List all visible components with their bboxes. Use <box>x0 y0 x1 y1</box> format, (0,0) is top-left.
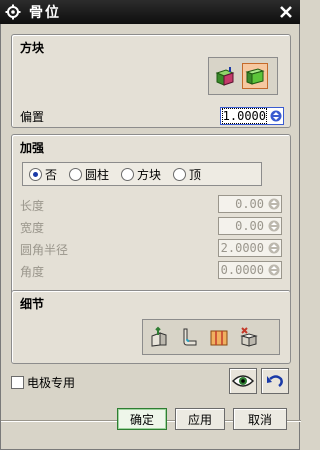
radio-cylinder[interactable]: 圆柱 <box>69 166 109 183</box>
preview-button[interactable] <box>229 368 257 394</box>
settings-gear-icon[interactable] <box>3 2 23 22</box>
block-type-selector <box>208 57 278 95</box>
radio-unselected-icon <box>173 167 187 181</box>
radio-block[interactable]: 方块 <box>121 166 161 183</box>
fillet-radius-spinner-icon[interactable] <box>267 240 281 256</box>
radio-unselected-icon <box>69 167 83 181</box>
radio-none[interactable]: 否 <box>29 166 57 183</box>
width-label: 宽度 <box>20 221 45 235</box>
checkbox-unchecked-icon <box>11 376 24 389</box>
dialog-body: 方块 偏置 1.0000 加强 否 圆柱 方块 顶 长度 0.00 宽度 0.0… <box>0 24 301 450</box>
cancel-button[interactable]: 取消 <box>233 408 287 430</box>
offset-input[interactable]: 1.0000 <box>220 107 284 125</box>
block-type-1-icon[interactable] <box>212 63 238 89</box>
undo-button[interactable] <box>261 368 289 394</box>
fillet-radius-label: 圆角半径 <box>20 243 69 257</box>
electrode-only-label: 电极专用 <box>27 376 76 390</box>
reinforce-section: 加强 否 圆柱 方块 顶 长度 0.00 宽度 0.00 圆角半径 2.0000… <box>11 134 291 306</box>
length-value: 0.00 <box>235 197 264 211</box>
radio-unselected-icon <box>121 167 135 181</box>
block-section-title: 方块 <box>20 41 45 55</box>
length-input[interactable]: 0.00 <box>218 195 282 213</box>
title-bar: 骨位 <box>0 0 300 24</box>
reinforce-type-radio-group: 否 圆柱 方块 顶 <box>22 162 262 186</box>
offset-spinner-icon[interactable] <box>269 108 283 124</box>
detail-section-title: 细节 <box>20 297 45 311</box>
remove-block-icon[interactable] <box>236 324 262 350</box>
angle-input[interactable]: 0.0000 <box>218 261 282 279</box>
reinforce-section-title: 加强 <box>20 141 45 155</box>
offset-value: 1.0000 <box>221 108 268 124</box>
window-title: 骨位 <box>29 5 61 21</box>
width-spinner-icon[interactable] <box>267 218 281 234</box>
angle-spinner-icon[interactable] <box>267 262 281 278</box>
eye-icon <box>232 375 254 387</box>
length-label: 长度 <box>20 199 45 213</box>
block-section: 方块 偏置 1.0000 <box>11 34 291 128</box>
angle-value: 0.0000 <box>220 263 264 277</box>
ok-button[interactable]: 确定 <box>117 408 167 430</box>
radio-selected-icon <box>29 167 42 181</box>
length-spinner-icon[interactable] <box>267 196 281 212</box>
detail-toolbar <box>142 319 280 355</box>
draft-icon[interactable] <box>146 324 172 350</box>
width-value: 0.00 <box>235 219 264 233</box>
apply-button[interactable]: 应用 <box>175 408 225 430</box>
fillet-radius-value: 2.0000 <box>220 241 264 255</box>
electrode-only-checkbox[interactable]: 电极专用 <box>11 374 75 391</box>
block-type-2-icon[interactable] <box>242 63 268 89</box>
close-icon[interactable] <box>276 2 296 22</box>
detail-section: 细节 <box>11 290 291 364</box>
offset-label: 偏置 <box>20 110 45 124</box>
angle-label: 角度 <box>20 265 45 279</box>
undo-icon <box>267 375 283 387</box>
radio-top[interactable]: 顶 <box>173 166 201 183</box>
fillet-icon[interactable] <box>176 324 202 350</box>
pattern-icon[interactable] <box>206 324 232 350</box>
fillet-radius-input[interactable]: 2.0000 <box>218 239 282 257</box>
width-input[interactable]: 0.00 <box>218 217 282 235</box>
